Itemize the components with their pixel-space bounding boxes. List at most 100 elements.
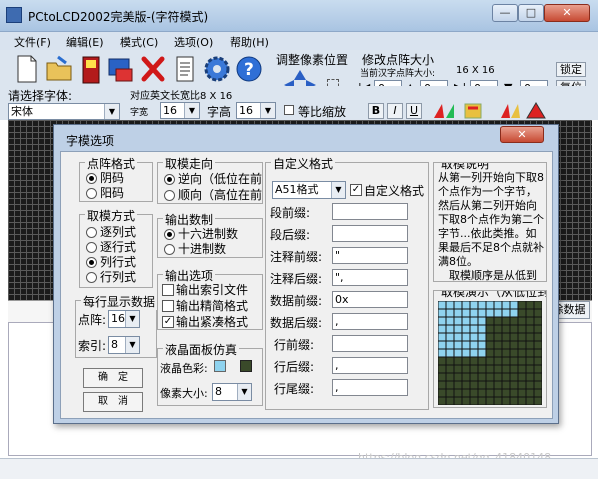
explain-text: 从第一列开始向下取8个点作为一个字节，然后从第二列开始向下取8个点作为第二个字节… [438,171,544,281]
help-icon[interactable]: ? [234,53,264,85]
dialog-title-bar: 字模选项 ✕ [54,125,558,151]
data-suffix-field[interactable]: , [332,313,408,330]
radio-dec-label: 十进制数 [178,242,227,256]
comment-suffix-field[interactable]: ", [332,269,408,286]
data-prefix-label: 数据前缀: [270,294,323,308]
output-compact-checkbox[interactable] [162,300,174,312]
data-suffix-label: 数据后缀: [270,316,323,330]
lcd-fg-color-swatch[interactable] [240,360,252,372]
per-line-group: 每行显示数据 点阵: 16 ▼ 索引: 8 ▼ [75,293,158,358]
svg-text:?: ? [244,60,254,80]
italic-button[interactable]: I [387,103,403,119]
line-end-label: 行尾缀: [274,382,315,396]
document-icon[interactable] [170,53,200,85]
window-title: PCtoLCD2002完美版-(字符模式) [28,10,209,24]
radio-forward[interactable] [164,190,175,201]
radio-reverse[interactable] [164,174,175,185]
proportional-label: 等比缩放 [298,105,347,119]
invert-icon[interactable] [524,100,548,120]
current-matrix-size-value: 16 X 16 [456,65,495,76]
radio-positive-label: 阳码 [100,186,125,200]
mirror-icon[interactable] [498,100,522,120]
flip-horizontal-icon[interactable] [432,100,456,120]
current-matrix-size-label: 当前汉字点阵大小: [360,69,436,79]
app-icon [6,7,22,23]
radio-column-row[interactable] [86,257,97,268]
custom-format-checkbox[interactable]: ✓ [350,184,362,196]
segment-suffix-field[interactable] [332,225,408,242]
line-suffix-field[interactable]: , [332,357,408,374]
dots-label: 点阵: [78,313,107,327]
index-select[interactable]: 8 ▼ [108,336,140,354]
menu-edit[interactable]: 编辑(E) [66,34,104,50]
font-select[interactable]: 宋体 ▼ [8,103,120,120]
direction-group: 取模走向 逆向（低位在前 顺向（高位在前 [157,155,263,204]
segment-prefix-field[interactable] [332,203,408,220]
menu-mode[interactable]: 模式(C) [120,34,158,50]
custom-format-label: 自定义格式 [364,184,425,198]
save-disk-icon[interactable] [76,53,106,85]
radio-row[interactable] [86,242,97,253]
lcd-color-label: 液晶色彩: [160,362,208,375]
line-prefix-field[interactable] [332,335,408,352]
dots-select[interactable]: 16 ▼ [108,310,140,328]
lcd-sim-title: 液晶面板仿真 [163,341,240,358]
radio-column[interactable] [86,227,97,238]
adjust-pixel-label: 调整像素位置 [276,53,349,67]
char-width-label: 字宽 [130,108,149,118]
open-folder-icon[interactable] [44,53,74,85]
bold-button[interactable]: B [368,103,384,119]
radio-reverse-label: 逆向（低位在前 [178,172,262,186]
rotate-icon[interactable] [462,100,486,120]
output-tight-label: 输出紧凑格式 [176,315,249,329]
dialog-body: 点阵格式 阴码 阳码 取模方式 逐列式 逐行式 列行式 行列式 每行显示数据 点… [60,151,553,419]
proportional-checkbox[interactable] [284,105,294,115]
close-button[interactable]: ✕ [544,4,590,22]
char-width-select[interactable]: 16 ▼ [160,102,200,119]
comment-prefix-field[interactable]: " [332,247,408,264]
format-select[interactable]: A51格式 ▼ [272,181,346,199]
new-file-icon[interactable] [12,53,42,85]
lock-button[interactable]: 锁定 [556,62,586,77]
status-bar [0,458,598,479]
segment-suffix-label: 段后缀: [270,228,311,242]
ok-button[interactable]: 确 定 [83,368,143,388]
minimize-button[interactable]: — [492,4,518,22]
menu-file[interactable]: 文件(F) [14,34,51,50]
font-options-dialog: 字模选项 ✕ 点阵格式 阴码 阳码 取模方式 逐列式 逐行式 列行式 行列式 每… [53,124,559,424]
radio-dec[interactable] [164,244,175,255]
custom-format-title: 自定义格式 [271,155,336,172]
menu-help[interactable]: 帮助(H) [230,34,269,50]
line-suffix-label: 行后缀: [274,360,315,374]
pixel-size-select[interactable]: 8 ▼ [212,383,252,401]
output-index-checkbox[interactable] [162,284,174,296]
radio-hex[interactable] [164,229,175,240]
radio-row-column[interactable] [86,272,97,283]
cancel-button[interactable]: 取 消 [83,392,143,412]
take-mode-title: 取模方式 [85,207,138,224]
ascii-ratio-label: 对应英文长宽比8 X 16 [130,91,233,102]
char-height-select[interactable]: 16 ▼ [236,102,276,119]
segment-prefix-label: 段前缀: [270,206,311,220]
data-prefix-field[interactable]: 0x [332,291,408,308]
output-tight-checkbox[interactable]: ✓ [162,316,174,328]
demo-matrix [438,301,542,405]
underline-button[interactable]: U [406,103,422,119]
font-row: 请选择字体: 宋体 ▼ 对应英文长宽比8 X 16 字宽 16 ▼ 字高 16 ▼ 等… [0,86,598,120]
radio-positive[interactable] [86,188,97,199]
take-mode-group: 取模方式 逐列式 逐行式 列行式 行列式 [79,207,153,288]
title-bar: PCtoLCD2002完美版-(字符模式) — □ ✕ [0,0,598,32]
demo-group: 取模演示（从低位到高位） [433,290,547,408]
settings-gear-icon[interactable] [202,53,232,85]
demo-title: 取模演示（从低位到高位） [439,291,546,300]
menu-options[interactable]: 选项(O) [174,34,213,50]
line-end-field[interactable]: , [332,379,408,396]
output-index-label: 输出索引文件 [176,283,249,297]
radio-negative[interactable] [86,173,97,184]
dialog-close-button[interactable]: ✕ [500,126,544,143]
maximize-button[interactable]: □ [518,4,544,22]
custom-format-group: 自定义格式 A51格式 ▼ ✓ 自定义格式 段前缀: 段后缀: 注释前缀: " 注… [265,155,429,410]
generate-icon[interactable] [106,53,136,85]
delete-x-icon[interactable] [138,53,168,85]
lcd-bg-color-swatch[interactable] [214,360,226,372]
